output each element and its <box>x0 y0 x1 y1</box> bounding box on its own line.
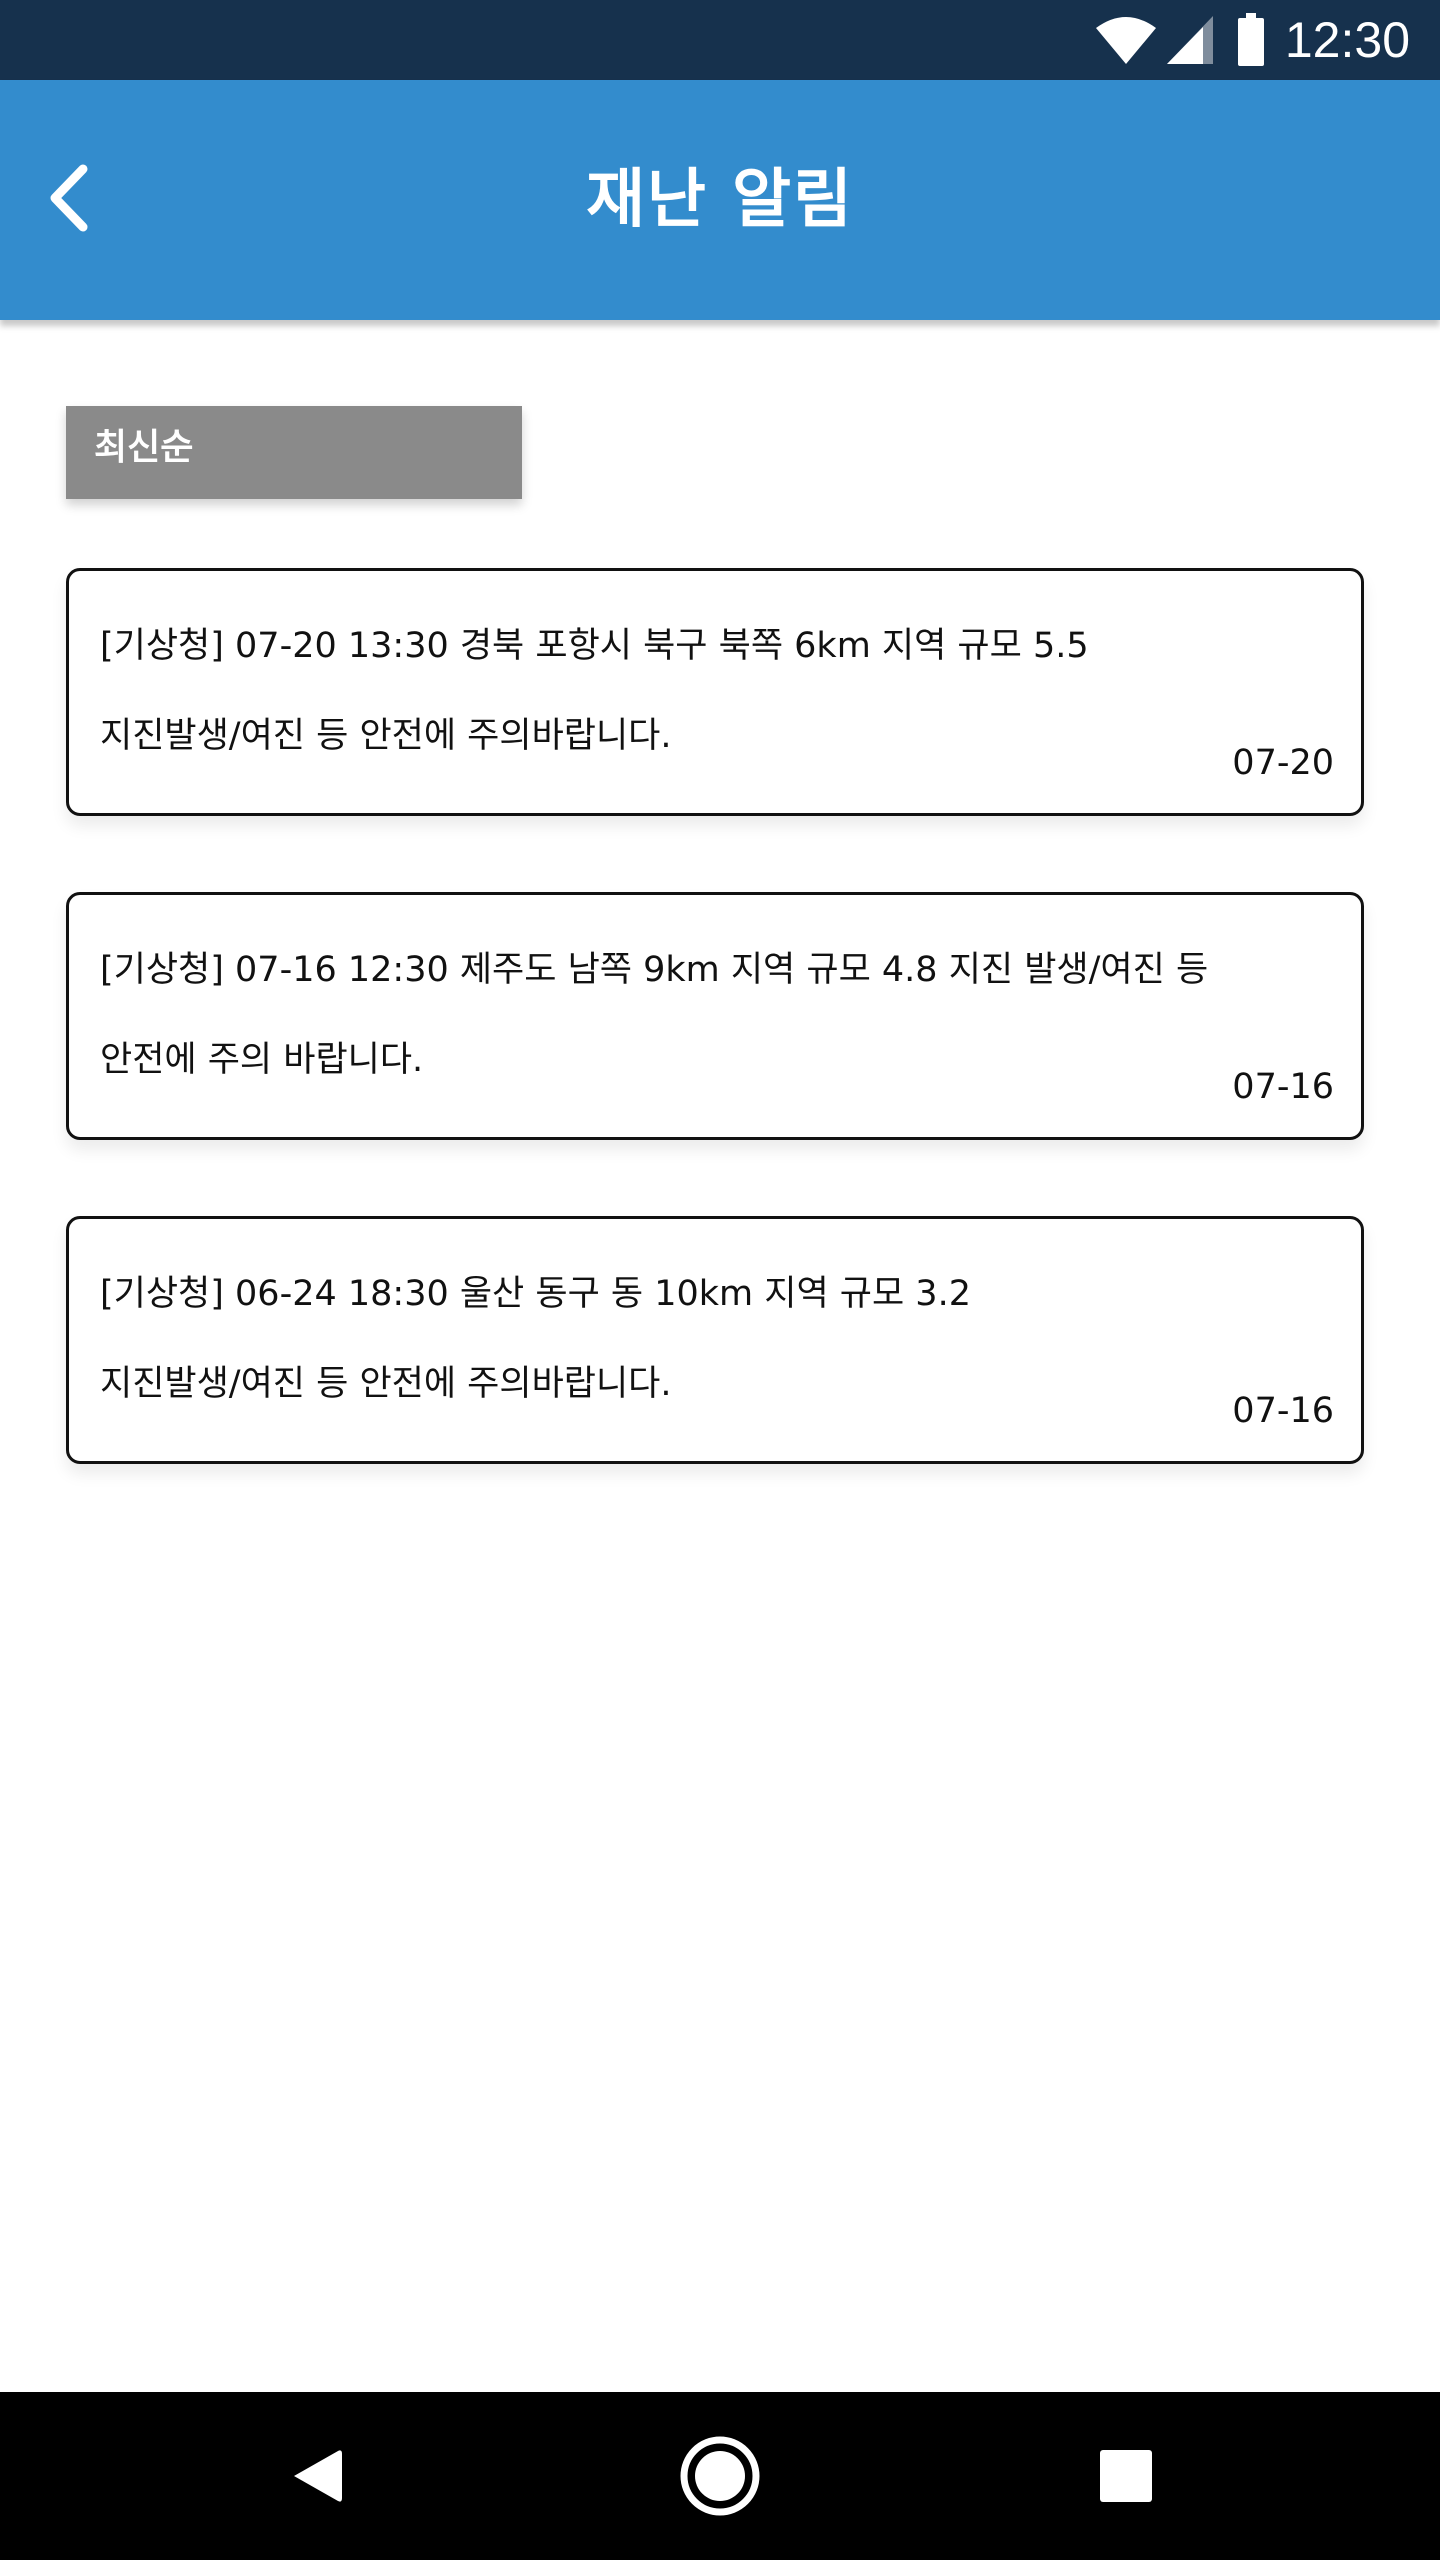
nav-home-button[interactable] <box>670 2426 770 2526</box>
alert-card[interactable]: [기상청] 07-20 13:30 경북 포항시 북구 북쪽 6km 지역 규모… <box>66 568 1364 816</box>
alert-date: 07-16 <box>1232 1067 1334 1107</box>
status-bar: 12:30 <box>0 0 1440 80</box>
nav-back-icon <box>288 2446 348 2506</box>
app-bar: 재난 알림 <box>0 80 1440 320</box>
alert-message-line: 지진발생/여진 등 안전에 주의바랍니다. <box>100 1364 672 1404</box>
sort-button[interactable]: 최신순 <box>66 406 522 499</box>
status-icons: 12:30 <box>1095 0 1410 80</box>
alert-card[interactable]: [기상청] 06-24 18:30 울산 동구 동 10km 지역 규모 3.2… <box>66 1216 1364 1464</box>
battery-icon <box>1237 13 1285 67</box>
alert-card[interactable]: [기상청] 07-16 12:30 제주도 남쪽 9km 지역 규모 4.8 지… <box>66 892 1364 1140</box>
alert-message-line: [기상청] 07-20 13:30 경북 포항시 북구 북쪽 6km 지역 규모… <box>100 626 1089 666</box>
alert-message-line: 지진발생/여진 등 안전에 주의바랍니다. <box>100 716 672 756</box>
wifi-icon <box>1095 14 1165 66</box>
screen: 12:30 재난 알림 최신순 [기상청] 07-20 13:30 경북 포항시… <box>0 0 1440 2560</box>
nav-back-button[interactable] <box>268 2426 368 2526</box>
alert-date: 07-20 <box>1232 743 1334 783</box>
navigation-bar <box>0 2392 1440 2560</box>
cell-signal-icon <box>1165 14 1237 66</box>
nav-home-icon <box>675 2431 765 2521</box>
page-title: 재난 알림 <box>586 163 854 237</box>
status-time: 12:30 <box>1284 12 1410 68</box>
nav-recents-icon <box>1096 2446 1156 2506</box>
alert-message-line: [기상청] 06-24 18:30 울산 동구 동 10km 지역 규모 3.2 <box>100 1274 971 1314</box>
alert-list: [기상청] 07-20 13:30 경북 포항시 북구 북쪽 6km 지역 규모… <box>66 568 1364 1540</box>
alert-date: 07-16 <box>1232 1391 1334 1431</box>
alert-message-line: [기상청] 07-16 12:30 제주도 남쪽 9km 지역 규모 4.8 지… <box>100 950 1209 990</box>
alert-message-line: 안전에 주의 바랍니다. <box>100 1040 424 1080</box>
nav-recents-button[interactable] <box>1076 2426 1176 2526</box>
